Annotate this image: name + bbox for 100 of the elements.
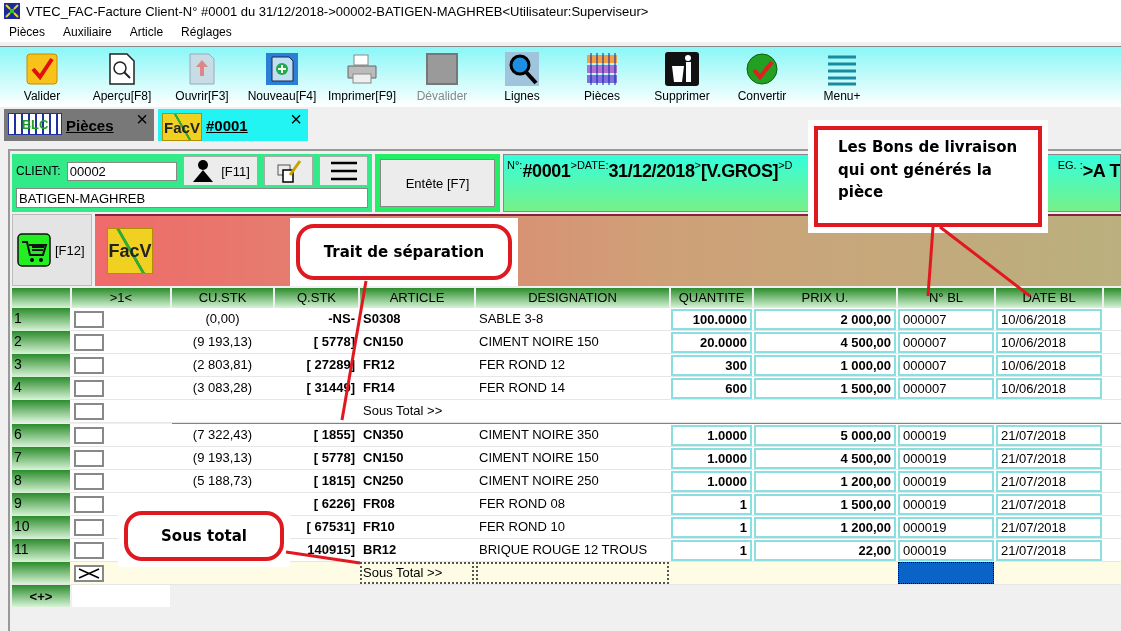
document-plus-icon	[265, 52, 299, 86]
table-cell: (9 193,13)	[192, 450, 253, 465]
toolbar-button[interactable]: Nouveau[F4]	[242, 47, 322, 107]
row-checkbox[interactable]	[74, 473, 104, 490]
table-cell: CN250	[363, 473, 404, 488]
table-cell: 140915]	[307, 542, 355, 557]
search-icon	[505, 52, 539, 86]
toolbar-button[interactable]: Supprimer	[642, 47, 722, 107]
table-cell: 20.0000	[671, 332, 752, 353]
header-cell	[12, 288, 70, 308]
table-cell: 21/07/2018	[996, 425, 1102, 446]
table-cell: 1 000,00	[754, 355, 896, 376]
toolbar-button[interactable]: Ouvrir[F3]	[162, 47, 242, 107]
table-cell: FER ROND 08	[479, 496, 565, 511]
menu-item[interactable]: Article	[128, 25, 165, 39]
selected-cell[interactable]	[898, 562, 994, 584]
table-cell: 1 200,00	[754, 517, 896, 538]
table-cell: [ 5778]	[313, 334, 355, 349]
table-cell: [ 1855]	[313, 427, 355, 442]
table-cell: CN150	[363, 450, 404, 465]
edit-button[interactable]	[264, 156, 314, 186]
table-cell: 000007	[898, 309, 994, 330]
column-header: ARTICLE	[360, 288, 474, 308]
table-cell: 1.0000	[671, 448, 752, 469]
header-cell	[1104, 288, 1121, 308]
table-cell: CIMENT NOIRE 150	[479, 334, 599, 349]
toolbar-button[interactable]: Valider	[2, 47, 82, 107]
table-cell: FR12	[363, 357, 395, 372]
table-cell: FER ROND 14	[479, 380, 565, 395]
table-cell: [ 67531]	[306, 519, 355, 534]
table-cell: 000007	[898, 355, 994, 376]
row-checkbox[interactable]	[74, 380, 104, 397]
table-cell: FR10	[363, 519, 395, 534]
toolbar-button[interactable]: Menu+	[802, 47, 882, 107]
menu-item[interactable]: Pièces	[8, 25, 47, 39]
toolbar-button[interactable]: Convertir	[722, 47, 802, 107]
table-cell: 4 500,00	[754, 448, 896, 469]
row-checkbox[interactable]	[74, 402, 104, 420]
table-cell: S0308	[363, 311, 401, 326]
table-cell: 1	[671, 517, 752, 538]
table-cell: BRIQUE ROUGE 12 TROUS	[479, 542, 648, 557]
table-cell: 1 500,00	[754, 378, 896, 399]
row-checkbox[interactable]	[74, 564, 104, 582]
add-row-button[interactable]: <+>	[12, 585, 70, 607]
table-cell: 000019	[898, 540, 994, 561]
table-cell[interactable]	[476, 562, 669, 584]
column-header: CU.STK	[172, 288, 273, 308]
table-cell: 10/06/2018	[996, 355, 1102, 376]
column-header: DESIGNATION	[476, 288, 669, 308]
menu-item[interactable]: Auxiliaire	[62, 25, 113, 39]
row-checkbox[interactable]	[74, 542, 104, 559]
table-cell: 21/07/2018	[996, 540, 1102, 561]
table-cell: 21/07/2018	[996, 517, 1102, 538]
row-number: 9	[12, 493, 70, 516]
table-cell: 000019	[898, 425, 994, 446]
row-checkbox[interactable]	[74, 311, 104, 328]
table-cell: FR14	[363, 380, 395, 395]
toolbar-button[interactable]: Pièces	[562, 47, 642, 107]
toolbar-button[interactable]: Imprimer[F9]	[322, 47, 402, 107]
client-name-field[interactable]: BATIGEN-MAGHREB	[16, 188, 368, 208]
printer-icon	[345, 52, 379, 86]
table-cell: 10/06/2018	[996, 332, 1102, 353]
field-label: N°:	[507, 158, 523, 171]
header-button[interactable]: Entête [F7]	[380, 159, 495, 207]
table-cell: CIMENT NOIRE 150	[479, 450, 599, 465]
row-number: 3	[12, 354, 70, 377]
grid-icon	[585, 52, 619, 86]
close-icon[interactable]: ×	[136, 109, 148, 129]
table-cell: 4 500,00	[754, 332, 896, 353]
square-icon	[425, 52, 459, 86]
table-cell: 000019	[898, 448, 994, 469]
field-label: EG. :	[1057, 158, 1083, 171]
table-cell: CIMENT NOIRE 250	[479, 473, 599, 488]
client-code-field[interactable]: 00002	[66, 161, 177, 181]
menu-item[interactable]: Réglages	[180, 25, 233, 39]
field-value: #0001	[522, 160, 571, 182]
close-icon[interactable]: ×	[290, 109, 302, 129]
row-number: 2	[12, 331, 70, 354]
row-checkbox[interactable]	[74, 450, 104, 467]
toolbar-button[interactable]: Aperçu[F8]	[82, 47, 162, 107]
row-checkbox[interactable]	[74, 357, 104, 374]
cart-button[interactable]: [F12]	[12, 214, 92, 286]
menu-button[interactable]	[319, 156, 368, 186]
row-checkbox[interactable]	[74, 519, 104, 536]
table-cell: 21/07/2018	[996, 471, 1102, 492]
table-cell: CN150	[363, 334, 404, 349]
table-cell: CIMENT NOIRE 350	[479, 427, 599, 442]
field-label: >DATE:	[570, 158, 609, 171]
contact-button[interactable]: [F11]	[182, 156, 259, 186]
table-cell: 1.0000	[671, 471, 752, 492]
edit-icon	[275, 159, 302, 183]
toolbar-button[interactable]: Lignes	[482, 47, 562, 107]
cross-icon	[78, 567, 100, 579]
row-checkbox[interactable]	[74, 496, 104, 513]
table-cell: 10/06/2018	[996, 378, 1102, 399]
row-checkbox[interactable]	[74, 334, 104, 351]
table-cell: 21/07/2018	[996, 448, 1102, 469]
row-checkbox[interactable]	[74, 427, 104, 444]
row-number: 7	[12, 447, 70, 470]
table-cell: 000019	[898, 471, 994, 492]
